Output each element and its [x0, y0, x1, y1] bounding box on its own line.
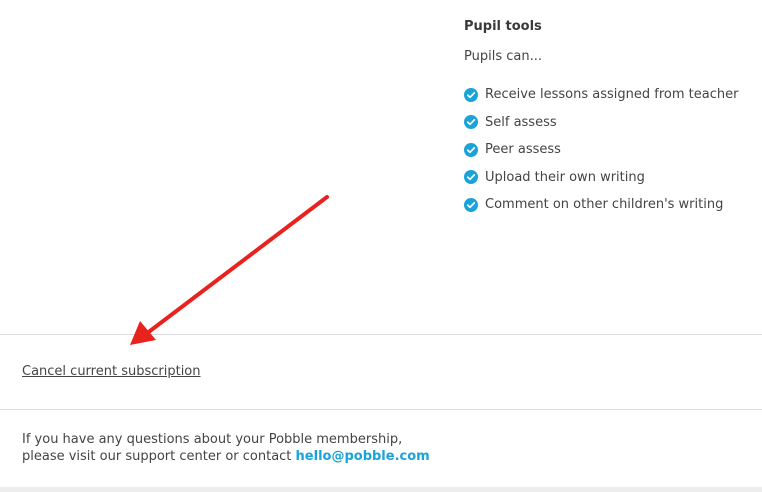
list-item: Comment on other children's writing	[464, 191, 754, 219]
list-item: Receive lessons assigned from teacher	[464, 81, 754, 109]
list-item: Self assess	[464, 109, 754, 137]
feature-label: Upload their own writing	[485, 169, 645, 185]
footer-band	[0, 487, 762, 492]
subscription-page: Pupil tools Pupils can... Receive lesson…	[0, 0, 762, 492]
feature-label: Receive lessons assigned from teacher	[485, 87, 739, 103]
list-item: Upload their own writing	[464, 164, 754, 192]
feature-label: Comment on other children's writing	[485, 197, 724, 213]
pupil-tools-title: Pupil tools	[464, 19, 542, 34]
support-line-2-text: please visit our support center or conta…	[22, 449, 292, 464]
check-circle-icon	[464, 197, 478, 212]
check-circle-icon	[464, 115, 478, 130]
support-line-2: please visit our support center or conta…	[22, 448, 722, 465]
support-email-link[interactable]: hello@pobble.com	[296, 449, 430, 464]
check-circle-icon	[464, 142, 478, 157]
check-circle-icon	[464, 87, 478, 102]
section-divider	[0, 409, 762, 410]
feature-list: Receive lessons assigned from teacher Se…	[464, 81, 754, 219]
feature-label: Self assess	[485, 114, 557, 130]
support-line-1: If you have any questions about your Pob…	[22, 432, 403, 447]
pupil-tools-intro: Pupils can...	[464, 49, 542, 64]
feature-label: Peer assess	[485, 142, 561, 158]
cancel-subscription-link[interactable]: Cancel current subscription	[22, 363, 201, 381]
pupil-tools-section: Pupil tools Pupils can... Receive lesson…	[464, 18, 754, 219]
support-message: If you have any questions about your Pob…	[22, 431, 722, 465]
check-circle-icon	[464, 170, 478, 185]
section-divider	[0, 334, 762, 335]
list-item: Peer assess	[464, 136, 754, 164]
